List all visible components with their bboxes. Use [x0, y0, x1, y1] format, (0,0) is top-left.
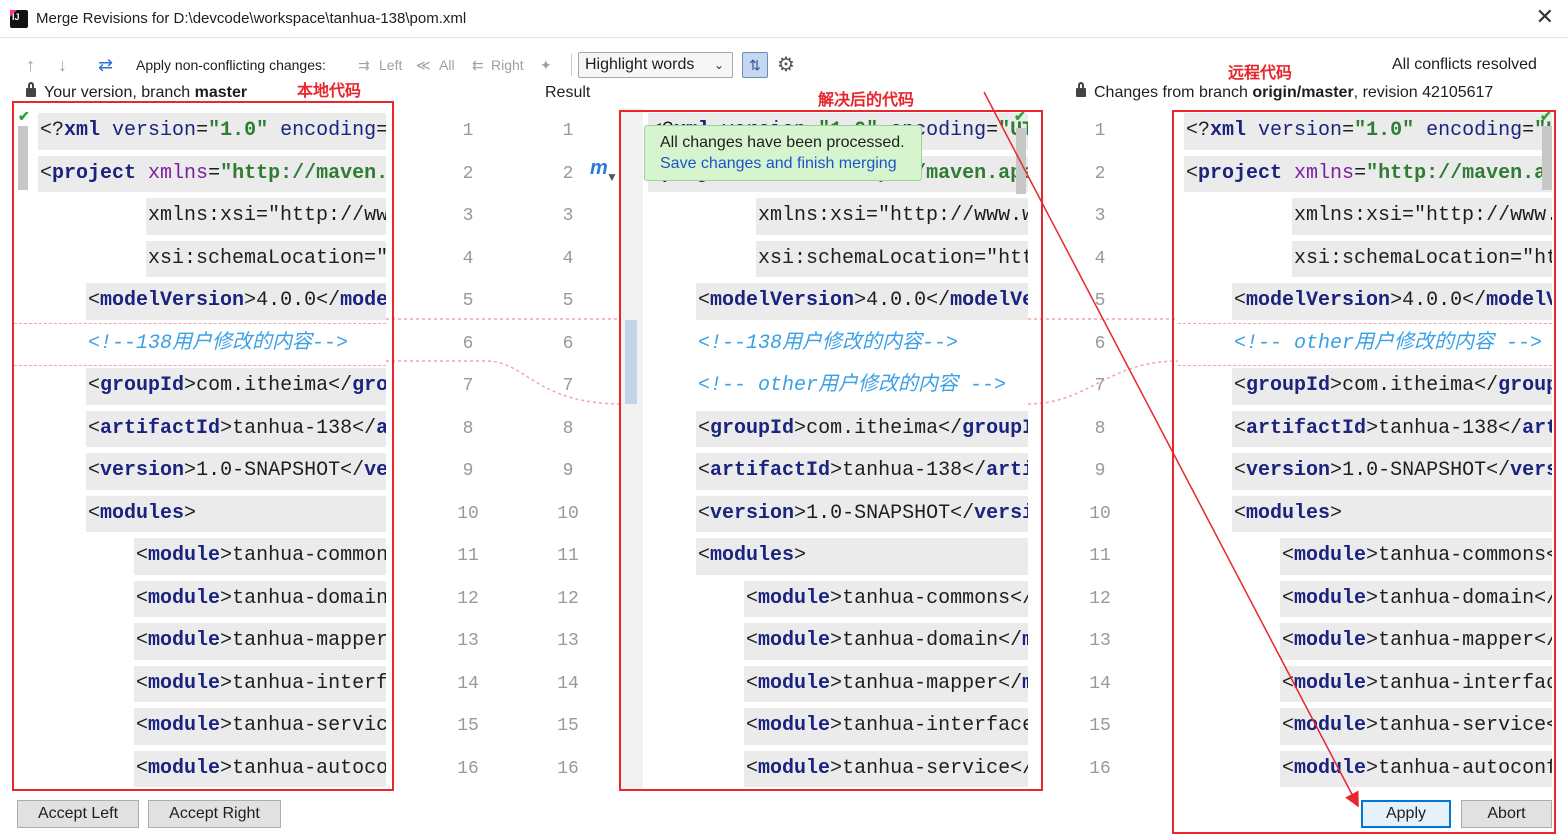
right-panel-header: Changes from branch origin/master, revis…	[1076, 82, 1494, 102]
magic-resolve-icon[interactable]: ⇄	[98, 54, 113, 76]
line-number: 9	[1094, 461, 1106, 481]
line-number: 15	[1089, 716, 1111, 736]
window-title-bar: Merge Revisions for D:\devcode\workspace…	[0, 0, 1568, 38]
window-title: Merge Revisions for D:\devcode\workspace…	[36, 10, 467, 27]
result-panel-header: Result	[545, 84, 591, 101]
gear-icon[interactable]: ⚙	[777, 52, 795, 78]
left-panel-header: Your version, branch master	[26, 82, 248, 102]
left-conflict-connector-bottom	[386, 360, 622, 405]
apply-left-icon[interactable]: ⇉	[358, 54, 370, 76]
apply-right-icon[interactable]: ⇇	[472, 54, 484, 76]
line-number: 7	[1094, 376, 1106, 396]
right-header-suffix: , revision 42105617	[1353, 84, 1494, 101]
line-number: 3	[1094, 206, 1106, 226]
apply-all-icon[interactable]: ≪	[416, 54, 431, 76]
line-number: 10	[1089, 503, 1111, 524]
right-header-prefix: Changes from branch	[1094, 84, 1253, 101]
line-number: 11	[1089, 546, 1111, 566]
line-number: 14	[1089, 673, 1111, 694]
close-window-button[interactable]: ✕	[1536, 6, 1554, 28]
toolbar-separator	[571, 54, 572, 76]
line-number: 4	[1094, 248, 1106, 269]
highlight-mode-select[interactable]: Highlight words ⌄	[578, 52, 733, 78]
merge-status-text: All conflicts resolved	[1392, 56, 1537, 73]
magic-wand-icon[interactable]: ✦	[540, 54, 552, 76]
line-number: 6	[1094, 333, 1106, 354]
accept-left-button[interactable]: Accept Left	[17, 800, 139, 828]
apply-button[interactable]: Apply	[1361, 800, 1451, 828]
annotation-box-result	[619, 110, 1043, 791]
highlight-mode-value: Highlight words	[585, 56, 695, 73]
right-header-branch: origin/master	[1252, 84, 1354, 101]
apply-nonconflicting-label: Apply non-conflicting changes:	[136, 57, 326, 73]
left-header-prefix: Your version, branch	[44, 84, 195, 101]
merge-connector-svg	[386, 318, 622, 405]
line-number: 1	[1094, 121, 1106, 141]
line-number: 16	[1089, 758, 1111, 779]
line-number: 5	[1094, 291, 1106, 311]
annotation-remote-code: 远程代码	[1228, 65, 1293, 82]
line-number: 8	[1094, 418, 1106, 439]
annotation-local-code: 本地代码	[297, 83, 362, 100]
maven-arrow-icon: ▼	[606, 170, 618, 184]
apply-left-button[interactable]: Left	[379, 54, 402, 76]
sync-scroll-toggle[interactable]: ⇅	[742, 52, 768, 78]
lock-icon	[1076, 82, 1086, 97]
previous-conflict-button[interactable]: ↑	[26, 54, 35, 76]
merge-toolbar: ↑ ↓ ⇄ Apply non-conflicting changes: ⇉ L…	[0, 48, 1568, 82]
annotation-box-local	[12, 101, 394, 791]
left-header-branch: master	[194, 84, 248, 101]
accept-right-button[interactable]: Accept Right	[148, 800, 281, 828]
annotation-box-remote	[1172, 110, 1556, 834]
line-number: 13	[1089, 631, 1111, 651]
apply-right-button[interactable]: Right	[491, 54, 524, 76]
lock-icon	[26, 82, 36, 97]
abort-button[interactable]: Abort	[1461, 800, 1552, 828]
next-conflict-button[interactable]: ↓	[58, 54, 67, 76]
chevron-down-icon: ⌄	[713, 58, 724, 72]
annotation-resolved-code: 解决后的代码	[818, 92, 915, 109]
line-number: 2	[1094, 163, 1106, 184]
intellij-app-icon	[10, 10, 28, 28]
line-number: 12	[1089, 588, 1111, 609]
apply-all-button[interactable]: All	[439, 54, 455, 76]
